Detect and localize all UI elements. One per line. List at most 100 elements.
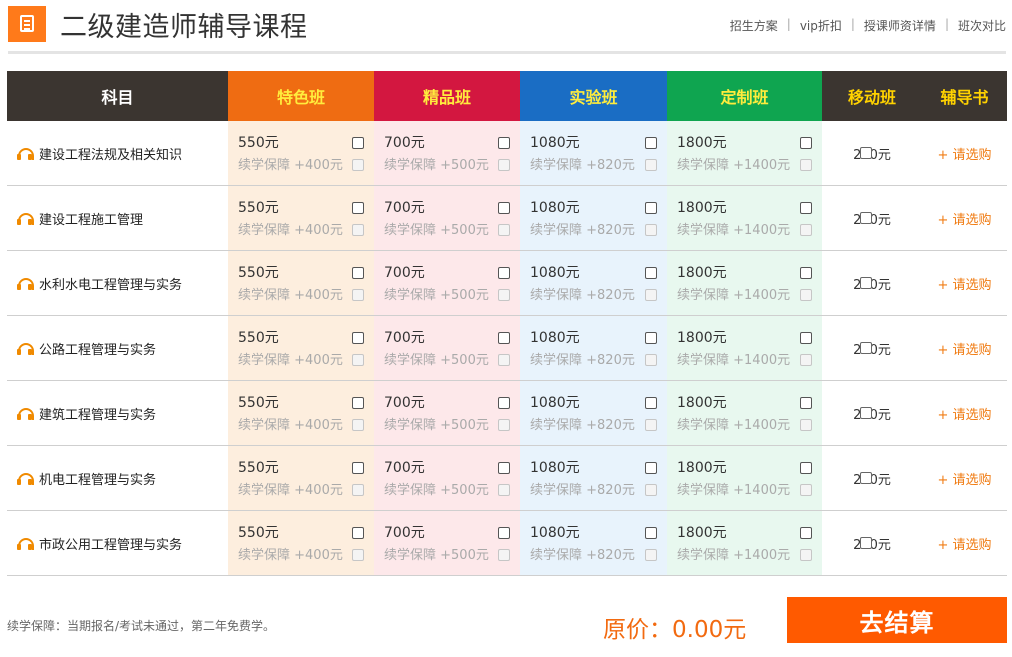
book-select-link[interactable]: + 请选购 (922, 251, 1007, 315)
link-teacher-details[interactable]: 授课师资详情 (855, 17, 945, 34)
select-guarantee-checkbox[interactable] (800, 484, 812, 496)
header-divider (8, 51, 1006, 54)
select-class-checkbox[interactable] (800, 267, 812, 279)
select-guarantee-checkbox[interactable] (498, 159, 510, 171)
link-vip-discount[interactable]: vip折扣 (791, 17, 851, 34)
header-feature-class: 特色班 (228, 71, 374, 121)
select-guarantee-checkbox[interactable] (645, 289, 657, 301)
select-guarantee-checkbox[interactable] (800, 289, 812, 301)
select-guarantee-checkbox[interactable] (800, 224, 812, 236)
select-class-checkbox[interactable] (645, 202, 657, 214)
guarantee-price: 续学保障 +400元 (238, 548, 343, 563)
class-price: 550元 (238, 330, 279, 346)
select-guarantee-checkbox[interactable] (645, 549, 657, 561)
book-select-link[interactable]: + 请选购 (922, 316, 1007, 380)
select-guarantee-checkbox[interactable] (498, 419, 510, 431)
select-guarantee-checkbox[interactable] (800, 159, 812, 171)
select-guarantee-checkbox[interactable] (352, 484, 364, 496)
custom-class-cell: 1800元 续学保障 +1400元 (667, 121, 822, 185)
select-guarantee-checkbox[interactable] (498, 224, 510, 236)
experimental-class-cell: 1080元 续学保障 +820元 (520, 446, 667, 510)
select-guarantee-checkbox[interactable] (800, 549, 812, 561)
select-class-checkbox[interactable] (352, 462, 364, 474)
select-mobile-checkbox[interactable] (860, 406, 873, 419)
select-guarantee-checkbox[interactable] (498, 484, 510, 496)
select-class-checkbox[interactable] (645, 267, 657, 279)
select-class-checkbox[interactable] (498, 332, 510, 344)
link-enrollment-plan[interactable]: 招生方案 (721, 17, 787, 34)
mobile-class-cell: 200元 (822, 121, 922, 185)
select-guarantee-checkbox[interactable] (498, 354, 510, 366)
select-guarantee-checkbox[interactable] (352, 354, 364, 366)
select-guarantee-checkbox[interactable] (645, 484, 657, 496)
select-class-checkbox[interactable] (645, 137, 657, 149)
select-guarantee-checkbox[interactable] (645, 419, 657, 431)
select-guarantee-checkbox[interactable] (800, 354, 812, 366)
select-class-checkbox[interactable] (645, 332, 657, 344)
select-mobile-checkbox[interactable] (860, 341, 873, 354)
header-subject: 科目 (101, 88, 134, 107)
class-price: 550元 (238, 265, 279, 281)
select-mobile-checkbox[interactable] (860, 146, 873, 159)
select-guarantee-checkbox[interactable] (352, 419, 364, 431)
guarantee-price: 续学保障 +400元 (238, 158, 343, 173)
select-class-checkbox[interactable] (352, 527, 364, 539)
select-guarantee-checkbox[interactable] (645, 159, 657, 171)
select-class-checkbox[interactable] (352, 267, 364, 279)
select-class-checkbox[interactable] (800, 202, 812, 214)
select-guarantee-checkbox[interactable] (352, 224, 364, 236)
select-guarantee-checkbox[interactable] (352, 159, 364, 171)
select-guarantee-checkbox[interactable] (352, 549, 364, 561)
header-mobile-class: 移动班 (847, 88, 896, 107)
subject-name: 建设工程施工管理 (39, 212, 144, 228)
custom-class-cell: 1800元 续学保障 +1400元 (667, 381, 822, 445)
select-class-checkbox[interactable] (352, 397, 364, 409)
select-guarantee-checkbox[interactable] (498, 289, 510, 301)
select-class-checkbox[interactable] (800, 462, 812, 474)
select-class-checkbox[interactable] (800, 527, 812, 539)
select-class-checkbox[interactable] (498, 267, 510, 279)
select-guarantee-checkbox[interactable] (800, 419, 812, 431)
select-class-checkbox[interactable] (498, 462, 510, 474)
select-class-checkbox[interactable] (498, 397, 510, 409)
mobile-class-cell: 200元 (822, 381, 922, 445)
link-class-compare[interactable]: 班次对比 (949, 17, 1006, 34)
book-select-link[interactable]: + 请选购 (922, 381, 1007, 445)
select-class-checkbox[interactable] (352, 332, 364, 344)
guarantee-price: 续学保障 +820元 (530, 483, 635, 498)
book-select-link[interactable]: + 请选购 (922, 446, 1007, 510)
select-class-checkbox[interactable] (800, 137, 812, 149)
book-select-link[interactable]: + 请选购 (922, 511, 1007, 575)
select-guarantee-checkbox[interactable] (645, 354, 657, 366)
select-guarantee-checkbox[interactable] (645, 224, 657, 236)
class-price: 1080元 (530, 135, 580, 151)
checkout-button[interactable]: 去结算 (787, 597, 1007, 643)
select-class-checkbox[interactable] (498, 137, 510, 149)
subject-name: 水利水电工程管理与实务 (39, 277, 183, 293)
guarantee-price: 续学保障 +820元 (530, 288, 635, 303)
mobile-class-cell: 200元 (822, 511, 922, 575)
select-class-checkbox[interactable] (352, 137, 364, 149)
select-class-checkbox[interactable] (498, 527, 510, 539)
headphones-icon (17, 146, 34, 160)
select-class-checkbox[interactable] (498, 202, 510, 214)
select-class-checkbox[interactable] (352, 202, 364, 214)
select-class-checkbox[interactable] (645, 527, 657, 539)
select-mobile-checkbox[interactable] (860, 471, 873, 484)
select-mobile-checkbox[interactable] (860, 211, 873, 224)
select-mobile-checkbox[interactable] (860, 536, 873, 549)
premium-class-cell: 700元 续学保障 +500元 (374, 121, 520, 185)
select-guarantee-checkbox[interactable] (498, 549, 510, 561)
class-price: 1800元 (677, 525, 727, 541)
select-class-checkbox[interactable] (645, 397, 657, 409)
subject-cell: 水利水电工程管理与实务 (7, 251, 228, 315)
class-price: 1080元 (530, 395, 580, 411)
select-class-checkbox[interactable] (645, 462, 657, 474)
select-class-checkbox[interactable] (800, 332, 812, 344)
select-class-checkbox[interactable] (800, 397, 812, 409)
book-select-link[interactable]: + 请选购 (922, 186, 1007, 250)
book-select-link[interactable]: + 请选购 (922, 121, 1007, 185)
select-mobile-checkbox[interactable] (860, 276, 873, 289)
select-guarantee-checkbox[interactable] (352, 289, 364, 301)
table-header: 科目 特色班 精品班 实验班 定制班 移动班 辅导书 (7, 71, 1007, 121)
